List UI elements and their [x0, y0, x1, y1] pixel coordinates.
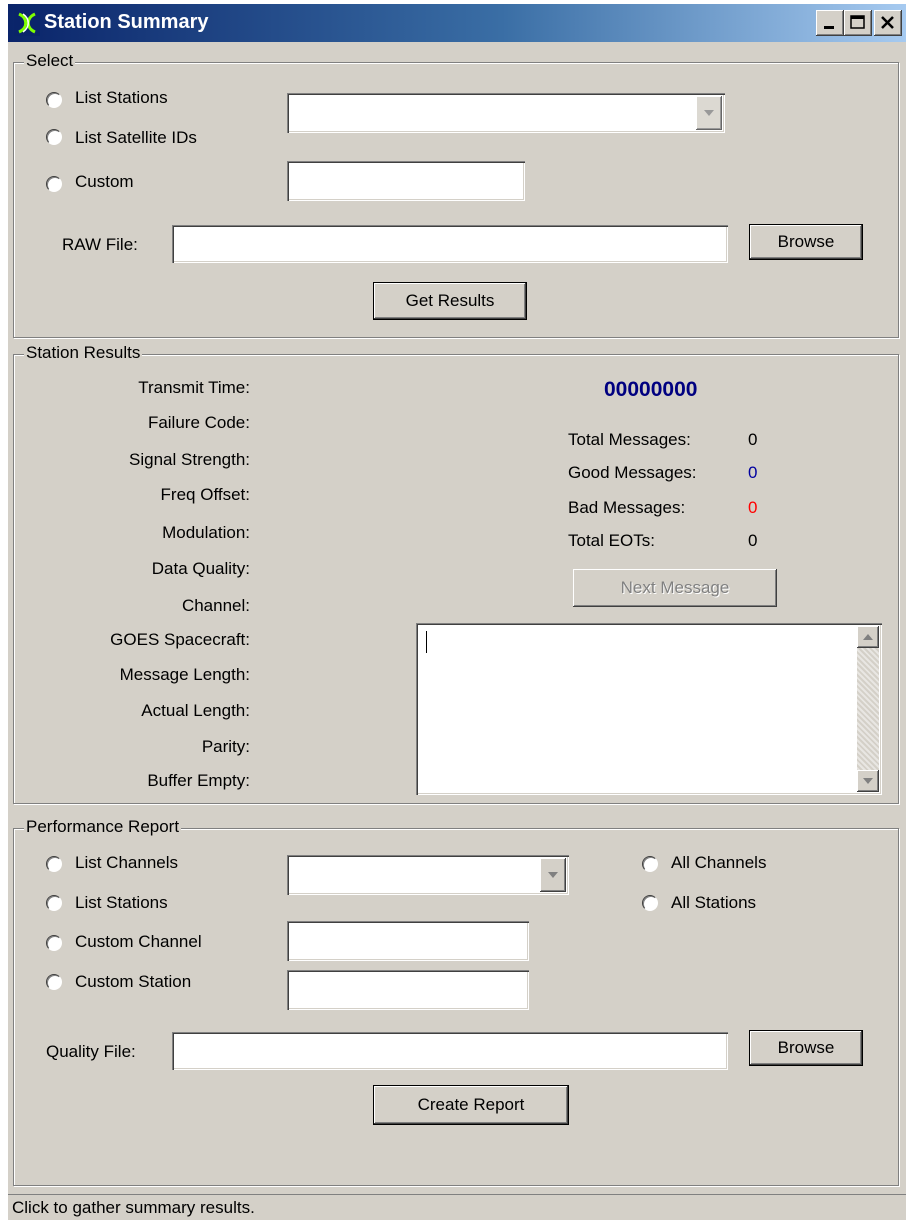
- raw-browse-button[interactable]: Browse: [750, 225, 862, 259]
- quality-browse-label: Browse: [777, 1038, 835, 1057]
- get-results-button[interactable]: Get Results: [374, 283, 526, 319]
- title-bar[interactable]: Station Summary: [8, 4, 906, 42]
- radio-list-satellite-ids[interactable]: [46, 129, 62, 145]
- combo-dropdown-button[interactable]: [696, 96, 722, 130]
- text-cursor: [426, 631, 427, 653]
- radio-custom-channel[interactable]: [46, 935, 62, 951]
- station-results-legend: Station Results: [24, 343, 143, 363]
- data-quality-label: Data Quality:: [151, 559, 250, 578]
- transmit-time-label: Transmit Time:: [138, 378, 250, 397]
- raw-file-input[interactable]: [172, 225, 728, 263]
- buffer-empty-label: Buffer Empty:: [147, 771, 250, 790]
- custom-station-input[interactable]: [287, 970, 529, 1010]
- total-eots-value: 0: [748, 531, 758, 550]
- radio-custom-station-label: Custom Station: [75, 972, 192, 991]
- station-id-display: 00000000: [604, 378, 698, 401]
- radio-custom-label: Custom: [75, 172, 134, 191]
- chevron-down-icon: [704, 110, 714, 116]
- station-summary-window: Station Summary Select List Stations Lis…: [8, 4, 906, 1220]
- combo-dropdown-button[interactable]: [540, 858, 566, 892]
- goes-spacecraft-label: GOES Spacecraft:: [110, 630, 250, 649]
- station-results-group: Station Results Transmit Time: Failure C…: [13, 343, 899, 804]
- close-button[interactable]: [874, 10, 902, 36]
- radio-list-channels-label: List Channels: [75, 853, 179, 872]
- radio-custom-station[interactable]: [46, 974, 62, 990]
- parity-label: Parity:: [201, 737, 250, 756]
- freq-offset-label: Freq Offset:: [160, 485, 250, 504]
- radio-custom[interactable]: [46, 176, 62, 192]
- maximize-button[interactable]: [844, 10, 872, 36]
- status-text: Click to gather summary results.: [12, 1198, 255, 1217]
- scroll-up-button[interactable]: [857, 626, 879, 648]
- actual-length-label: Actual Length:: [141, 701, 250, 720]
- radio-all-stations-label: All Stations: [671, 893, 757, 912]
- radio-list-stations-report-label: List Stations: [75, 893, 168, 912]
- custom-channel-input[interactable]: [287, 921, 529, 961]
- channel-label: Channel:: [181, 596, 250, 615]
- radio-list-channels[interactable]: [46, 856, 62, 872]
- next-message-button[interactable]: Next Message: [573, 569, 777, 607]
- custom-input[interactable]: [287, 161, 525, 201]
- failure-code-label: Failure Code:: [147, 413, 250, 432]
- get-results-label: Get Results: [405, 291, 495, 310]
- select-group: Select List Stations List Satellite IDs …: [13, 51, 899, 338]
- radio-list-stations-report[interactable]: [46, 895, 62, 911]
- create-report-label: Create Report: [417, 1095, 525, 1114]
- window-title: Station Summary: [44, 11, 209, 33]
- next-message-label: Next Message: [620, 578, 730, 597]
- total-eots-label: Total EOTs:: [568, 531, 655, 550]
- radio-custom-channel-label: Custom Channel: [75, 932, 202, 951]
- chevron-up-icon: [863, 634, 873, 640]
- radio-all-channels-label: All Channels: [671, 853, 767, 872]
- select-legend: Select: [24, 51, 76, 71]
- bad-messages-value: 0: [748, 498, 758, 517]
- minimize-button[interactable]: [816, 10, 844, 36]
- chevron-down-icon: [863, 778, 873, 784]
- good-messages-value: 0: [748, 463, 758, 482]
- raw-browse-label: Browse: [777, 232, 835, 251]
- message-length-label: Message Length:: [119, 665, 250, 684]
- performance-report-legend: Performance Report: [24, 817, 182, 837]
- message-textarea[interactable]: [416, 623, 882, 795]
- quality-browse-button[interactable]: Browse: [750, 1031, 862, 1065]
- radio-list-satellite-ids-label: List Satellite IDs: [75, 128, 197, 147]
- quality-file-input[interactable]: [172, 1032, 728, 1070]
- quality-file-label: Quality File:: [46, 1042, 136, 1061]
- channel-select-combo[interactable]: [287, 855, 569, 895]
- station-select-combo[interactable]: [287, 93, 725, 133]
- radio-list-stations-label: List Stations: [75, 88, 168, 107]
- good-messages-label: Good Messages:: [568, 463, 697, 482]
- signal-strength-label: Signal Strength:: [129, 450, 250, 469]
- app-logo-icon: [14, 10, 40, 36]
- performance-report-group: Performance Report List Channels List St…: [13, 817, 899, 1186]
- scroll-down-button[interactable]: [857, 770, 879, 792]
- total-messages-value: 0: [748, 430, 758, 449]
- chevron-down-icon: [548, 872, 558, 878]
- status-bar: Click to gather summary results.: [8, 1194, 906, 1220]
- radio-all-stations[interactable]: [642, 895, 658, 911]
- message-scrollbar[interactable]: [857, 626, 879, 792]
- raw-file-label: RAW File:: [62, 235, 138, 254]
- total-messages-label: Total Messages:: [568, 430, 691, 449]
- radio-all-channels[interactable]: [642, 856, 658, 872]
- radio-list-stations[interactable]: [46, 92, 62, 108]
- bad-messages-label: Bad Messages:: [568, 498, 686, 517]
- create-report-button[interactable]: Create Report: [374, 1086, 568, 1124]
- modulation-label: Modulation:: [162, 523, 250, 542]
